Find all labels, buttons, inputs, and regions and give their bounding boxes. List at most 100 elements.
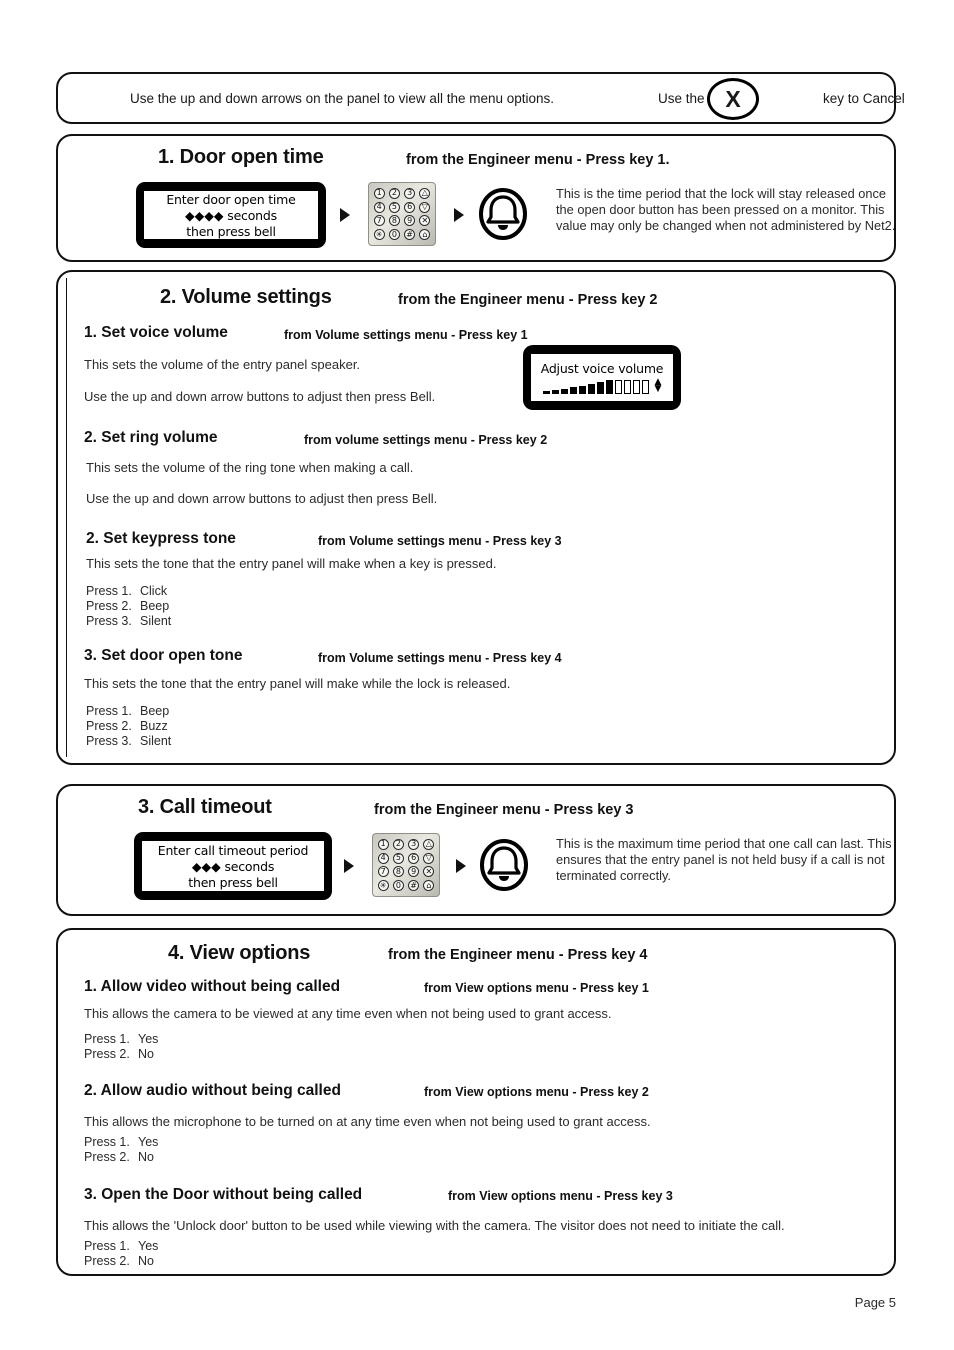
subsection-title-set-keypress-tone: 2. Set keypress tone [86, 530, 236, 547]
keypad-key-#: # [408, 880, 420, 892]
keypad-key-1: 1 [373, 187, 385, 199]
bell-icon [479, 188, 527, 240]
instruction-note-panel: Use the up and down arrows on the panel … [56, 72, 905, 124]
subsection-body-line-1: This sets the volume of the ring tone wh… [86, 460, 414, 475]
volume-segment-filled [542, 391, 550, 394]
keypad-key-⌂: ⌂ [423, 880, 435, 892]
keypad-key-✳: ✳ [373, 229, 385, 241]
section-title: 4. View options [168, 942, 311, 964]
option-label: Press 3. [86, 734, 132, 748]
volume-segment-filled [551, 390, 559, 394]
section-door-open-time: 1. Door open time from the Engineer menu… [56, 134, 896, 262]
section-title: 3. Call timeout [138, 796, 272, 818]
option-line: Press 3. Silent [86, 614, 171, 628]
lcd-line-3: then press bell [186, 223, 276, 239]
keypad-key-△: △ [423, 838, 435, 850]
lcd-display-door-open-time: Enter door open time ◆◆◆◆ seconds then p… [136, 182, 326, 248]
option-value: No [138, 1047, 154, 1061]
option-label: Press 2. [84, 1047, 130, 1061]
lcd-line-3: then press bell [188, 874, 278, 890]
keypad-key-⌂: ⌂ [419, 229, 431, 241]
keypad-key-#: # [404, 229, 416, 241]
volume-arrows: ▲ ▼ [655, 378, 662, 394]
bell-icon [480, 839, 528, 891]
keypad-key-7: 7 [373, 215, 385, 227]
option-value: Beep [140, 704, 170, 718]
arrow-right-icon [344, 859, 354, 873]
option-value: No [138, 1150, 154, 1164]
option-value: Buzz [140, 719, 168, 733]
option-label: Press 2. [86, 719, 132, 733]
keypad-key-0: 0 [392, 880, 404, 892]
subsection-from-label: from Volume settings menu - Press key 4 [318, 651, 562, 665]
option-line: Press 2. No [84, 1047, 154, 1061]
subsection-body-line-1: This sets the volume of the entry panel … [84, 357, 361, 372]
section-view-options: 4. View options from the Engineer menu -… [56, 928, 896, 1276]
lcd-diamonds: ◆◆◆ [191, 858, 221, 874]
option-label: Press 3. [86, 614, 132, 628]
section-title: 2. Volume settings [160, 286, 332, 308]
option-line: Press 2. No [84, 1254, 154, 1268]
keypad-key-9: 9 [408, 866, 420, 878]
keypad-key-△: △ [419, 187, 431, 199]
keypad-key-7: 7 [377, 866, 389, 878]
volume-meter: ▲ ▼ [542, 378, 662, 394]
volume-segment-empty [641, 380, 649, 394]
keypad-key-1: 1 [377, 838, 389, 850]
keypad-key-✕: ✕ [419, 215, 431, 227]
volume-segment-filled [560, 389, 568, 394]
subsection-from-label: from View options menu - Press key 2 [424, 1085, 649, 1099]
lcd-display-call-timeout: Enter call timeout period ◆◆◆ seconds th… [134, 832, 332, 900]
option-line: Press 2. Beep [86, 599, 169, 613]
note-main-text: Use the up and down arrows on the panel … [130, 91, 555, 106]
volume-segment-filled [605, 380, 613, 394]
option-line: Press 1. Yes [84, 1032, 158, 1046]
lcd-line-1: Enter door open time [166, 191, 296, 207]
subsection-title-allow-video: 1. Allow video without being called [84, 978, 341, 995]
volume-segment-filled [596, 382, 604, 394]
arrow-right-icon [454, 208, 464, 222]
note-use-the-text: Use the [658, 91, 705, 106]
option-line: Press 1. Yes [84, 1135, 158, 1149]
subsection-from-label: from View options menu - Press key 1 [424, 981, 649, 995]
volume-segment-empty [614, 380, 622, 394]
note-key-to-cancel-text: key to Cancel [823, 91, 905, 106]
section-from-label: from the Engineer menu - Press key 2 [398, 292, 658, 308]
lcd-seconds-label: seconds [223, 207, 277, 223]
section-from-label: from the Engineer menu - Press key 4 [388, 947, 648, 963]
subsection-from-label: from volume settings menu - Press key 2 [304, 433, 548, 447]
page-number: Page 5 [854, 1295, 896, 1310]
volume-bar-segments [542, 380, 649, 394]
option-value: Yes [138, 1032, 159, 1046]
subsection-title-open-door: 3. Open the Door without being called [84, 1186, 363, 1203]
section-title: 1. Door open time [158, 146, 324, 168]
subsection-title-set-ring-volume: 2. Set ring volume [84, 429, 218, 446]
option-value: Yes [138, 1135, 159, 1149]
lcd-line-1: Enter call timeout period [157, 842, 309, 858]
subsection-body-line-1: This sets the tone that the entry panel … [86, 556, 497, 571]
option-label: Press 2. [86, 599, 132, 613]
keypad-key-4: 4 [377, 852, 389, 864]
option-label: Press 1. [84, 1135, 130, 1149]
keypad-key-▽: ▽ [423, 852, 435, 864]
keypad-key-6: 6 [408, 852, 420, 864]
subsection-from-label: from Volume settings menu - Press key 3 [318, 534, 562, 548]
lcd-seconds-label: seconds [220, 858, 275, 874]
keypad-key-5: 5 [392, 852, 404, 864]
keypad-icon: 1 2 3 △ 4 5 6 ▽ 7 8 9 ✕ ✳ 0 # ⌂ [372, 833, 440, 897]
keypad-key-9: 9 [404, 215, 416, 227]
keypad-key-6: 6 [404, 201, 416, 213]
subsection-body-line-2: Use the up and down arrow buttons to adj… [84, 389, 436, 404]
option-line: Press 3. Silent [86, 734, 171, 748]
keypad-key-3: 3 [408, 838, 420, 850]
keypad-key-8: 8 [388, 215, 400, 227]
keypad-key-5: 5 [388, 201, 400, 213]
volume-segment-filled [569, 387, 577, 394]
option-line: Press 1. Beep [86, 704, 169, 718]
keypad-key-▽: ▽ [419, 201, 431, 213]
subsection-from-label: from Volume settings menu - Press key 1 [284, 328, 528, 342]
lcd-line-2: ◆◆◆◆ seconds [185, 208, 277, 223]
keypad-key-✳: ✳ [377, 880, 389, 892]
option-label: Press 2. [84, 1254, 130, 1268]
section-from-label: from the Engineer menu - Press key 1. [406, 152, 670, 168]
